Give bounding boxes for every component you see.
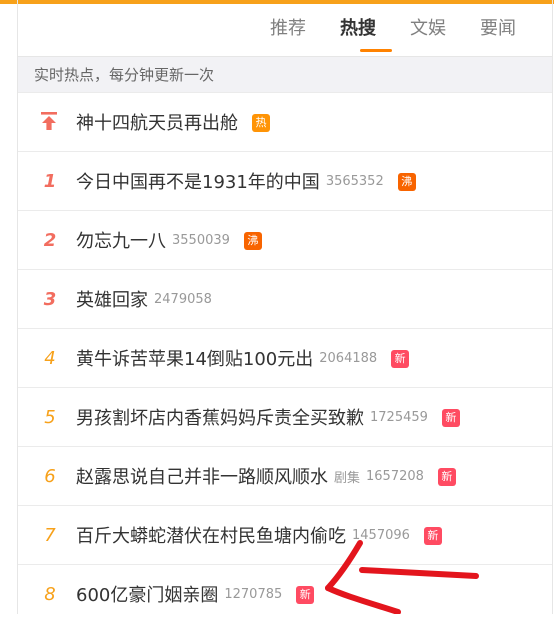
heat-count: 1457096 — [352, 527, 410, 543]
rank-number: 3 — [43, 288, 57, 310]
boil-badge: 沸 — [397, 173, 416, 191]
tab-news[interactable]: 要闻 — [480, 14, 516, 44]
item-title: 赵露思说自己并非一路顺风顺水 — [76, 467, 328, 488]
hot-badge: 热 — [252, 114, 270, 132]
rank-number: 5 — [44, 406, 56, 428]
list-item[interactable]: 8 600亿豪门姻亲圈 1270785 新 — [18, 564, 552, 623]
rank-number: 8 — [44, 583, 56, 605]
list-item-content: 今日中国再不是1931年的中国 3565352 沸 — [76, 168, 416, 194]
item-title: 600亿豪门姻亲圈 — [76, 585, 219, 606]
list-item[interactable]: 6 赵露思说自己并非一路顺风顺水 剧集 1657208 新 — [18, 446, 552, 505]
hot-search-list: 神十四航天员再出舱 热 1 今日中国再不是1931年的中国 3565352 沸 … — [18, 92, 552, 623]
list-item[interactable]: 7 百斤大蟒蛇潜伏在村民鱼塘内偷吃 1457096 新 — [18, 505, 552, 564]
rank-number: 7 — [44, 524, 56, 546]
item-title: 黄牛诉苦苹果14倒贴100元出 — [76, 349, 314, 370]
new-badge: 新 — [391, 350, 410, 368]
new-badge: 新 — [437, 468, 456, 486]
heat-count: 2479058 — [154, 291, 212, 307]
rank-number: 1 — [43, 170, 57, 192]
item-title: 百斤大蟒蛇潜伏在村民鱼塘内偷吃 — [76, 526, 346, 547]
heat-count: 1725459 — [370, 409, 428, 425]
list-item-content: 勿忘九一八 3550039 沸 — [76, 227, 262, 253]
list-item-content: 神十四航天员再出舱 热 — [76, 109, 270, 135]
list-item-content: 男孩割坏店内香蕉妈妈斥责全买致歉 1725459 新 — [76, 404, 460, 430]
heat-count: 3565352 — [325, 173, 384, 189]
tab-bar: 推荐 热搜 文娱 要闻 — [18, 4, 554, 56]
list-item[interactable]: 3 英雄回家 2479058 — [18, 269, 552, 328]
rank-number: 4 — [44, 347, 56, 369]
item-title: 今日中国再不是1931年的中国 — [76, 172, 320, 193]
pin-top-arrow-icon — [41, 112, 57, 130]
list-item-content: 英雄回家 2479058 — [76, 286, 212, 312]
list-item[interactable]: 神十四航天员再出舱 热 — [18, 92, 552, 151]
new-badge: 新 — [423, 527, 442, 545]
list-item-content: 赵露思说自己并非一路顺风顺水 剧集 1657208 新 — [76, 463, 456, 489]
boil-badge: 沸 — [243, 232, 262, 250]
new-badge: 新 — [296, 586, 315, 604]
update-notice: 实时热点，每分钟更新一次 — [18, 56, 552, 93]
list-item-content: 600亿豪门姻亲圈 1270785 新 — [76, 581, 315, 607]
list-item-content: 百斤大蟒蛇潜伏在村民鱼塘内偷吃 1457096 新 — [76, 522, 442, 548]
right-border — [552, 0, 553, 614]
new-badge: 新 — [441, 409, 460, 427]
heat-count: 1657208 — [366, 468, 424, 484]
list-item-content: 黄牛诉苦苹果14倒贴100元出 2064188 新 — [76, 345, 410, 371]
update-notice-text: 实时热点，每分钟更新一次 — [34, 66, 215, 84]
tab-hot-search[interactable]: 热搜 — [340, 14, 376, 44]
rank-number: 2 — [43, 229, 57, 251]
item-title: 男孩割坏店内香蕉妈妈斥责全买致歉 — [76, 408, 364, 429]
list-item[interactable]: 4 黄牛诉苦苹果14倒贴100元出 2064188 新 — [18, 328, 552, 387]
heat-count: 1270785 — [224, 586, 283, 602]
heat-count: 2064188 — [319, 350, 378, 366]
list-item[interactable]: 5 男孩割坏店内香蕉妈妈斥责全买致歉 1725459 新 — [18, 387, 552, 446]
list-item[interactable]: 1 今日中国再不是1931年的中国 3565352 沸 — [18, 151, 552, 210]
item-title: 勿忘九一八 — [76, 231, 166, 252]
rank-number: 6 — [44, 465, 56, 487]
heat-count: 3550039 — [172, 232, 230, 248]
item-title: 英雄回家 — [76, 290, 148, 311]
category-tag: 剧集 — [334, 470, 361, 486]
tab-entertainment[interactable]: 文娱 — [410, 14, 446, 44]
active-tab-underline — [360, 49, 392, 52]
list-item[interactable]: 2 勿忘九一八 3550039 沸 — [18, 210, 552, 269]
item-title: 神十四航天员再出舱 — [76, 113, 238, 134]
tab-recommend[interactable]: 推荐 — [270, 14, 306, 44]
